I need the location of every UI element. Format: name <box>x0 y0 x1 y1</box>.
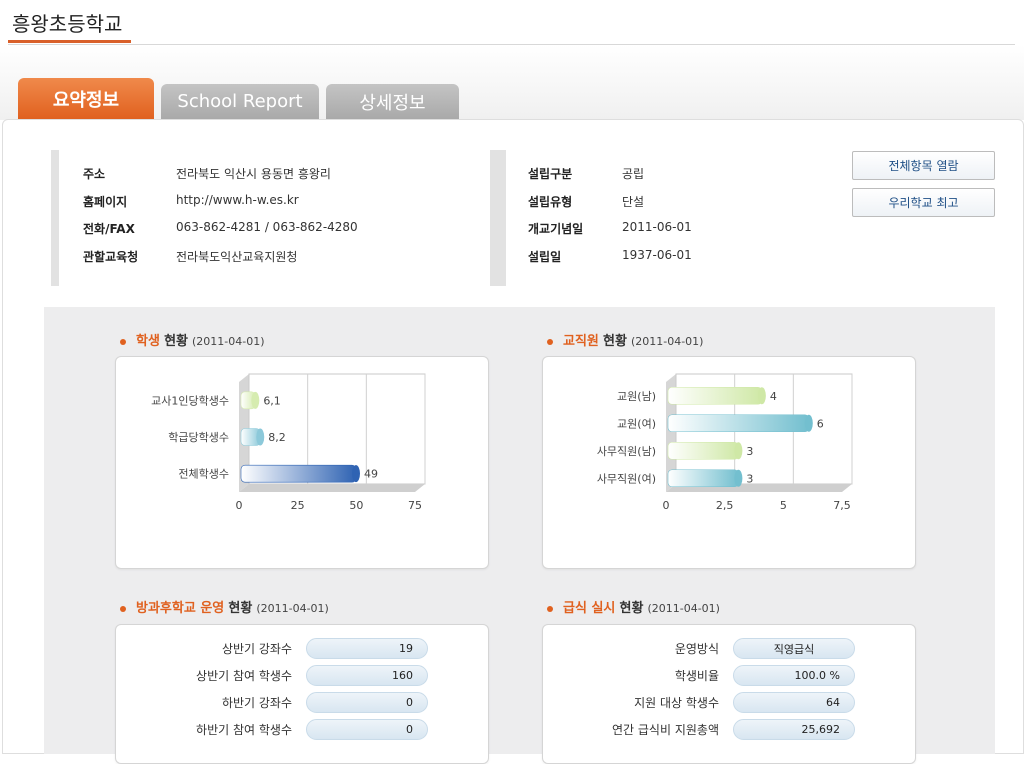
info-divider <box>498 150 506 286</box>
bar-cap <box>804 414 813 432</box>
bar-value-label: 3 <box>746 445 753 458</box>
students-chart-panel: 0 25 50 75 6,1 교사1인당학생수 8,2 학급당학생수 49 전체학생수 <box>115 356 489 569</box>
chart-floor <box>239 484 425 492</box>
meals-value: 100.0 % <box>733 665 855 686</box>
meals-label: 지원 대상 학생수 <box>634 696 719 710</box>
y-category-label: 교원(여) <box>617 417 656 430</box>
info-value-address: 전라북도 익산시 용동면 흥왕리 <box>176 167 331 181</box>
students-bar-chart: 0 25 50 75 6,1 교사1인당학생수 8,2 학급당학생수 49 전체학생수 <box>151 373 426 512</box>
bar-cap <box>351 465 360 483</box>
bar-value-label: 6,1 <box>263 394 281 407</box>
bar <box>667 414 810 433</box>
x-tick-label: 0 <box>236 499 243 512</box>
bar-value-label: 49 <box>364 468 378 481</box>
x-tick-label: 7,5 <box>833 499 851 512</box>
afterschool-value: 0 <box>306 719 428 740</box>
x-tick-label: 75 <box>408 499 422 512</box>
info-label-founding-type: 설립구분 <box>528 167 573 181</box>
y-category-label: 전체학생수 <box>178 468 229 481</box>
info-value-phone: 063-862-4281 / 063-862-4280 <box>176 220 358 234</box>
y-category-label: 교원(남) <box>617 390 656 403</box>
bullet-icon <box>547 605 553 612</box>
bar-cap <box>251 391 260 409</box>
info-value-office: 전라북도익산교육지원청 <box>176 250 298 264</box>
x-tick-label: 25 <box>291 499 305 512</box>
tab-details[interactable]: 상세정보 <box>326 84 459 119</box>
info-value-founding-type: 공립 <box>622 167 645 181</box>
afterschool-label: 하반기 참여 학생수 <box>196 723 292 737</box>
meals-value: 25,692 <box>733 719 855 740</box>
info-label-phone: 전화/FAX <box>83 222 135 236</box>
bar-cap <box>734 469 743 487</box>
bar <box>667 386 763 405</box>
info-value-homepage[interactable]: http://www.h-w.es.kr <box>176 193 299 207</box>
y-category-label: 교사1인당학생수 <box>151 394 229 407</box>
bullet-icon <box>547 338 553 345</box>
meals-label: 운영방식 <box>674 642 719 656</box>
y-category-label: 사무직원(여) <box>597 472 656 485</box>
afterschool-panel: 상반기 강좌수 19 상반기 참여 학생수 160 하반기 강좌수 0 하반기 참여 학생수… <box>115 624 489 764</box>
info-label-office: 관할교육청 <box>83 250 139 264</box>
afterschool-value: 160 <box>306 665 428 686</box>
tab-school-report[interactable]: School Report <box>161 84 319 119</box>
afterschool-label: 하반기 강좌수 <box>221 696 292 710</box>
view-all-button[interactable]: 전체항목 열람 <box>852 151 995 180</box>
staff-section-title: 교직원 현황 (2011-04-01) <box>547 330 703 349</box>
meals-label: 연간 급식비 지원총액 <box>612 723 719 737</box>
bar <box>667 441 739 460</box>
bar <box>667 469 739 488</box>
afterschool-value: 19 <box>306 638 428 659</box>
info-label-address: 주소 <box>83 167 106 181</box>
title-underline <box>8 40 131 43</box>
bar-cap <box>734 442 743 460</box>
x-tick-label: 50 <box>349 499 363 512</box>
bullet-icon <box>120 338 126 345</box>
bar-value-label: 8,2 <box>268 431 286 444</box>
meals-panel: 운영방식 직영급식학생비율 100.0 % 지원 대상 학생수 64 연간 급식비 지원총… <box>542 624 916 764</box>
staff-chart-panel: 0 2,5 5 7,5 4 교원(남) 6 교원(여) 3 사무직원(남) 3 사무직원(여) <box>542 356 916 569</box>
school-best-button[interactable]: 우리학교 최고 <box>852 188 995 217</box>
x-tick-label: 5 <box>780 499 787 512</box>
tab-summary[interactable]: 요약정보 <box>18 78 154 119</box>
info-value-establishment: 단설 <box>622 195 645 209</box>
x-tick-label: 0 <box>663 499 670 512</box>
info-label-anniversary: 개교기념일 <box>528 222 584 236</box>
bar-cap <box>256 428 265 446</box>
staff-bar-chart: 0 2,5 5 7,5 4 교원(남) 6 교원(여) 3 사무직원(남) 3 사무직원(여) <box>597 373 853 512</box>
info-value-founded: 1937-06-01 <box>622 248 692 262</box>
meals-label: 학생비율 <box>674 669 719 683</box>
info-label-homepage: 홈페이지 <box>83 195 128 209</box>
info-label-founded: 설립일 <box>528 250 562 264</box>
meals-value: 64 <box>733 692 855 713</box>
bar-value-label: 3 <box>746 472 753 485</box>
afterschool-value: 0 <box>306 692 428 713</box>
bar <box>240 464 357 483</box>
y-category-label: 사무직원(남) <box>597 445 656 458</box>
x-tick-label: 2,5 <box>716 499 734 512</box>
bar-value-label: 4 <box>770 390 777 403</box>
afterschool-section-title: 방과후학교 운영 현황 (2011-04-01) <box>120 597 329 616</box>
afterschool-label: 상반기 강좌수 <box>221 642 292 656</box>
page-title: 흥왕초등학교 <box>12 12 123 36</box>
bar-value-label: 6 <box>817 417 824 430</box>
meals-value: 직영급식 <box>733 638 855 659</box>
info-value-anniversary: 2011-06-01 <box>622 220 692 234</box>
info-label-establishment: 설립유형 <box>528 195 573 209</box>
bar-cap <box>757 387 766 405</box>
afterschool-label: 상반기 참여 학생수 <box>196 669 292 683</box>
students-section-title: 학생 현황 (2011-04-01) <box>120 330 265 349</box>
y-category-label: 학급당학생수 <box>168 431 229 444</box>
bullet-icon <box>120 605 126 612</box>
meals-section-title: 급식 실시 현황 (2011-04-01) <box>547 597 720 616</box>
